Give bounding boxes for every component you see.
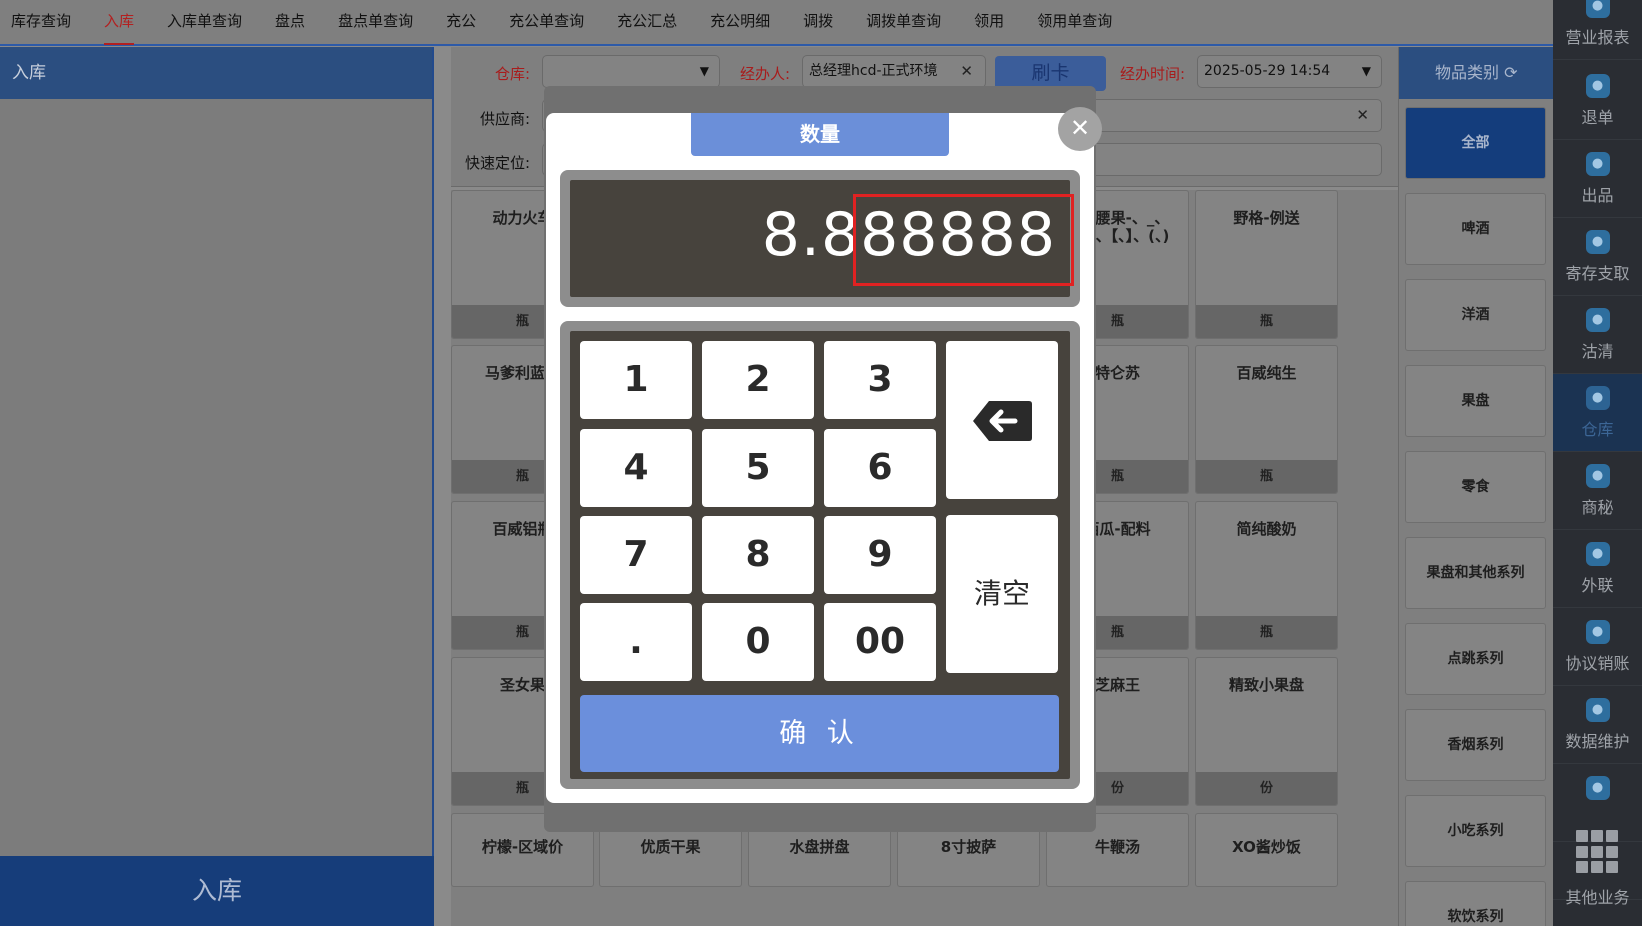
close-icon[interactable]: ✕ [1058, 107, 1102, 151]
modal-overlay: 数量 ✕ 8.888888 清空 确 认 1 2 3 4 5 6 7 8 9. 0 00 [0, 0, 1642, 926]
dialog-title: 数量 [691, 113, 949, 156]
key-4[interactable]: 4 [580, 429, 692, 507]
backspace-button[interactable] [946, 341, 1058, 499]
backspace-icon [973, 401, 1032, 441]
key-3[interactable]: 3 [824, 341, 936, 419]
key-0[interactable]: 0 [702, 603, 814, 681]
key-2[interactable]: 2 [702, 341, 814, 419]
selection-highlight [853, 194, 1074, 286]
key-5[interactable]: 5 [702, 429, 814, 507]
quantity-display: 8.888888 [560, 170, 1080, 307]
numeric-keypad: 清空 确 认 1 2 3 4 5 6 7 8 9. 0 00 [560, 321, 1080, 789]
confirm-button[interactable]: 确 认 [580, 695, 1059, 772]
key-9[interactable]: 9 [824, 516, 936, 594]
key-00[interactable]: 00 [824, 603, 936, 681]
key-7[interactable]: 7 [580, 516, 692, 594]
key-6[interactable]: 6 [824, 429, 936, 507]
key-1[interactable]: 1 [580, 341, 692, 419]
key-8[interactable]: 8 [702, 516, 814, 594]
key-dot[interactable]: . [580, 603, 692, 681]
clear-button[interactable]: 清空 [946, 515, 1058, 673]
quantity-dialog: 数量 ✕ 8.888888 清空 确 认 1 2 3 4 5 6 7 8 9. 0 00 [546, 107, 1102, 803]
